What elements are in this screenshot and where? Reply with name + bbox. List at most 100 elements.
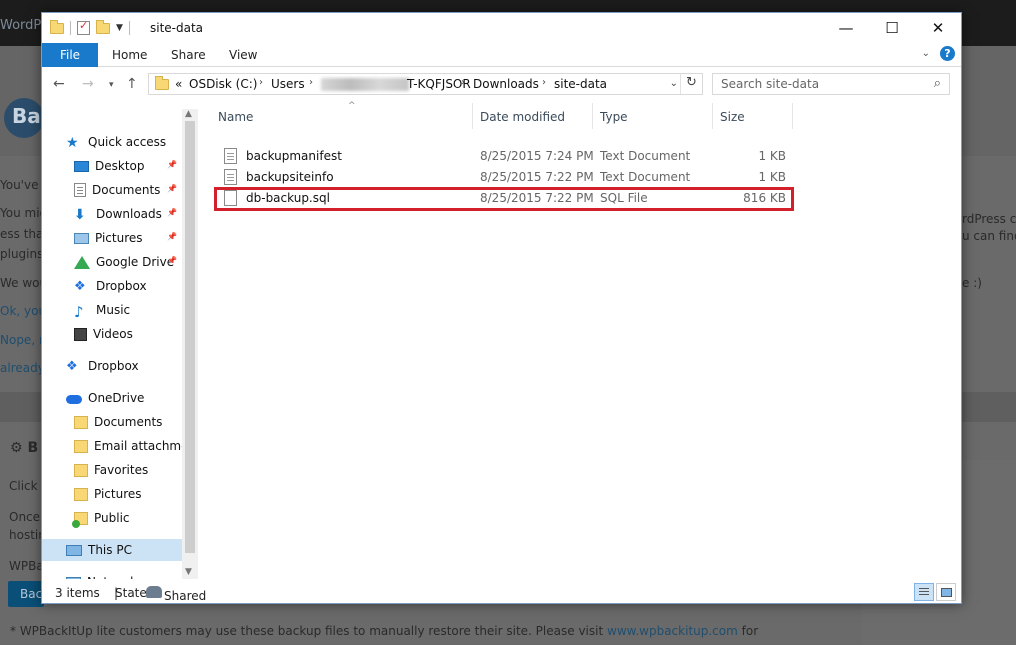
- sidebar-item-videos[interactable]: Videos: [74, 323, 182, 345]
- sidebar-item-favorites[interactable]: Favorites: [74, 459, 182, 481]
- navigation-pane: ★ Quick access Desktop 📌 Documents 📌 ⬇ Download…: [42, 109, 198, 579]
- column-header-type[interactable]: Type: [600, 103, 718, 129]
- sidebar-item-label: Public: [94, 511, 130, 525]
- shared-users-icon: [146, 586, 162, 598]
- sidebar-item-onedrive[interactable]: OneDrive: [66, 387, 182, 409]
- address-overflow[interactable]: «: [175, 77, 182, 91]
- file-name: backupsiteinfo: [246, 170, 334, 184]
- sidebar-item-google-drive[interactable]: Google Drive: [74, 251, 182, 273]
- sidebar-item-desktop[interactable]: Desktop: [74, 155, 182, 177]
- folder-icon: [155, 76, 169, 90]
- column-header-date[interactable]: Date modified: [480, 103, 592, 129]
- properties-icon[interactable]: [77, 19, 90, 35]
- help-icon[interactable]: ?: [940, 46, 955, 61]
- new-folder-icon[interactable]: [96, 19, 110, 34]
- folder-icon: [74, 463, 88, 477]
- sidebar-item-documents[interactable]: Documents: [74, 179, 182, 201]
- footnote-text-after: for: [741, 624, 759, 638]
- pin-icon[interactable]: 📌: [167, 184, 177, 193]
- sidebar-item-label: Desktop: [95, 159, 145, 173]
- breadcrumb-separator-icon[interactable]: ›: [461, 77, 465, 88]
- divider[interactable]: [712, 103, 713, 129]
- navigation-pane-scrollbar[interactable]: ▲ ▼: [182, 109, 198, 579]
- tab-file[interactable]: File: [42, 43, 98, 67]
- sidebar-item-dropbox[interactable]: ❖ Dropbox: [74, 275, 182, 297]
- breadcrumb-downloads[interactable]: Downloads: [473, 77, 539, 91]
- breadcrumb-users[interactable]: Users: [271, 77, 305, 91]
- divider[interactable]: [592, 103, 593, 129]
- column-header-size[interactable]: Size: [720, 103, 780, 129]
- sidebar-item-quick-access[interactable]: ★ Quick access: [66, 131, 182, 153]
- pin-icon[interactable]: 📌: [167, 256, 177, 265]
- footnote-text: * WPBackItUp lite customers may use thes…: [10, 624, 604, 638]
- footnote-link[interactable]: www.wpbackitup.com: [607, 624, 738, 638]
- file-name: backupmanifest: [246, 149, 342, 163]
- table-row[interactable]: backupsiteinfo 8/25/2015 7:22 PM Text Docu…: [218, 167, 792, 188]
- sidebar-item-label: Music: [96, 303, 131, 317]
- search-icon[interactable]: ⌕: [934, 76, 941, 91]
- scroll-up-icon[interactable]: ▲: [185, 109, 192, 119]
- search-box[interactable]: ⌕: [712, 73, 950, 95]
- details-view-button[interactable]: [914, 583, 934, 601]
- customize-toolbar-chevron-icon[interactable]: ▼: [116, 23, 123, 33]
- up-arrow-icon[interactable]: ↑: [126, 76, 138, 92]
- backup-button-label: Bac: [20, 587, 43, 601]
- scroll-down-icon[interactable]: ▼: [185, 567, 192, 577]
- divider[interactable]: [792, 103, 793, 129]
- close-button[interactable]: ✕: [915, 13, 961, 43]
- sidebar-item-network[interactable]: Network: [66, 571, 182, 579]
- breadcrumb-osdisk[interactable]: OSDisk (C:): [189, 77, 257, 91]
- address-bar[interactable]: « OSDisk (C:) › Users › T-KQFJSOR › Down…: [148, 73, 703, 95]
- pictures-icon: [74, 232, 89, 244]
- large-icons-view-button[interactable]: [936, 583, 956, 601]
- sidebar-item-label: Dropbox: [88, 359, 139, 373]
- tab-share[interactable]: Share: [171, 43, 206, 67]
- section-title-text: B: [27, 440, 39, 456]
- tab-home[interactable]: Home: [112, 43, 147, 67]
- background-text-line: rdPress co: [962, 212, 1016, 226]
- breadcrumb-separator-icon[interactable]: ›: [309, 77, 313, 88]
- breadcrumb-separator-icon[interactable]: ›: [542, 77, 546, 88]
- section-title: ⚙ B: [10, 440, 38, 456]
- divider: [70, 21, 71, 35]
- tab-view[interactable]: View: [229, 43, 257, 67]
- column-header-name[interactable]: ^ Name: [218, 101, 472, 129]
- address-history-chevron-icon[interactable]: ⌄: [670, 78, 678, 89]
- minimize-button[interactable]: —: [823, 13, 869, 43]
- sidebar-item-public[interactable]: Public: [72, 507, 182, 529]
- divider: [128, 21, 130, 35]
- sidebar-item-this-pc[interactable]: This PC: [42, 539, 182, 561]
- recent-locations-chevron-icon[interactable]: ▾: [109, 80, 114, 90]
- caption-buttons: — ☐ ✕: [823, 13, 961, 43]
- divider[interactable]: [472, 103, 473, 129]
- sidebar-item-documents[interactable]: Documents: [74, 411, 182, 433]
- background-text-line: e :): [962, 276, 982, 290]
- pin-icon[interactable]: 📌: [167, 232, 177, 241]
- maximize-button[interactable]: ☐: [869, 13, 915, 43]
- sidebar-item-music[interactable]: ♪ Music: [74, 299, 182, 321]
- sidebar-item-label: Documents: [92, 183, 161, 197]
- breadcrumb-site-data[interactable]: site-data: [554, 77, 607, 91]
- breadcrumb-separator-icon[interactable]: ›: [259, 77, 263, 88]
- sidebar-item-label: Videos: [93, 327, 133, 341]
- table-row[interactable]: backupmanifest 8/25/2015 7:24 PM Text Docu…: [218, 146, 792, 167]
- gear-icon: ⚙: [10, 440, 28, 456]
- folder-icon: [74, 439, 88, 453]
- sidebar-item-pictures[interactable]: Pictures: [74, 483, 182, 505]
- pin-icon[interactable]: 📌: [167, 208, 177, 217]
- sidebar-item-pictures[interactable]: Pictures: [74, 227, 182, 249]
- expand-ribbon-chevron-icon[interactable]: ⌄: [922, 48, 930, 59]
- pin-icon[interactable]: 📌: [167, 160, 177, 169]
- background-text-line: WPBa: [9, 559, 44, 573]
- search-input[interactable]: [721, 75, 921, 93]
- sidebar-item-dropbox[interactable]: ❖ Dropbox: [66, 355, 182, 377]
- sidebar-item-downloads[interactable]: ⬇ Downloads: [74, 203, 182, 225]
- scrollbar-thumb[interactable]: [185, 121, 195, 553]
- sidebar-item-label: This PC: [88, 543, 132, 557]
- forward-arrow-icon[interactable]: →: [82, 76, 94, 92]
- sidebar-item-label: Quick access: [88, 135, 167, 149]
- back-arrow-icon[interactable]: ←: [53, 76, 65, 92]
- sidebar-item-email-attachmen[interactable]: Email attachmen: [74, 435, 196, 457]
- refresh-icon[interactable]: ↻: [680, 74, 702, 94]
- backup-button[interactable]: Bac: [8, 581, 44, 607]
